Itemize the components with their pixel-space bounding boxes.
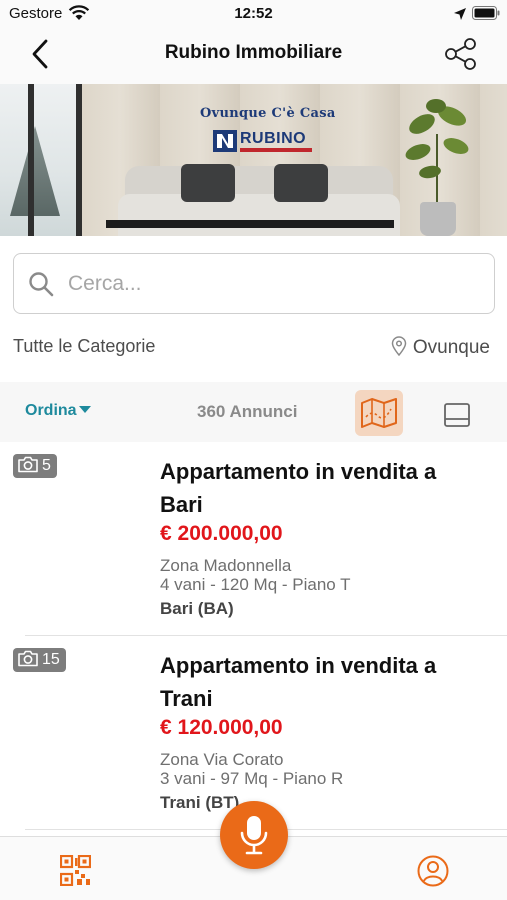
results-toolbar: Ordina 360 Annunci — [0, 382, 507, 442]
logo-text: RUBINO — [240, 130, 307, 147]
listing-price: € 200.000,00 — [160, 522, 283, 545]
listing-city: Bari (BA) — [160, 599, 234, 618]
share-icon[interactable] — [442, 36, 480, 72]
search-box[interactable] — [13, 253, 495, 314]
listing-card[interactable]: 5 Appartamento in vendita a Bari € 200.0… — [0, 442, 507, 636]
photo-count: 5 — [42, 457, 51, 474]
listing-details: 4 vani - 120 Mq - Piano T — [160, 575, 351, 594]
banner-slogan: Ovunque C'è Casa — [200, 106, 336, 121]
photo-count-badge: 15 — [13, 648, 66, 672]
listing-title[interactable]: Appartamento in vendita a Trani — [160, 649, 480, 715]
location-filter-label: Ovunque — [412, 337, 490, 358]
photo-count-badge: 5 — [13, 454, 57, 478]
list-view-icon[interactable] — [444, 403, 470, 427]
sort-button[interactable]: Ordina — [25, 402, 91, 420]
listing-details: 3 vani - 97 Mq - Piano R — [160, 769, 344, 788]
agency-banner: Ovunque C'è Casa RUBINO — [0, 84, 507, 236]
listing-city: Trani (BT) — [160, 793, 240, 812]
plant-image — [405, 99, 469, 204]
location-pin-icon — [391, 336, 407, 356]
search-input[interactable] — [68, 266, 468, 302]
microphone-icon — [240, 816, 268, 855]
listing-title[interactable]: Appartamento in vendita a Bari — [160, 455, 480, 521]
photo-count: 15 — [42, 651, 60, 668]
camera-icon — [18, 456, 38, 473]
caret-down-icon — [78, 406, 91, 413]
battery-icon — [472, 6, 500, 20]
banner-window — [0, 84, 82, 236]
category-filter[interactable]: Tutte le Categorie — [13, 336, 155, 357]
qr-code-icon[interactable] — [60, 855, 91, 886]
results-count: 360 Annunci — [197, 402, 298, 421]
profile-icon[interactable] — [417, 855, 449, 887]
search-icon — [29, 272, 54, 297]
listing-zone: Zona Via Corato — [160, 750, 284, 769]
voice-search-button[interactable] — [220, 801, 288, 869]
status-bar: Gestore 12:52 — [0, 0, 507, 28]
location-filter[interactable]: Ovunque — [391, 336, 490, 359]
listing-price: € 120.000,00 — [160, 716, 283, 739]
page-title: Rubino Immobiliare — [164, 42, 343, 63]
camera-icon — [18, 650, 38, 667]
sort-label: Ordina — [25, 402, 77, 419]
logo-mark-icon — [213, 130, 237, 152]
map-view-button[interactable] — [355, 390, 403, 436]
status-time: 12:52 — [234, 5, 273, 22]
location-arrow-icon — [454, 8, 466, 20]
nav-bar: Rubino Immobiliare — [0, 28, 507, 84]
listing-zone: Zona Madonnella — [160, 556, 292, 575]
map-icon — [361, 398, 397, 428]
